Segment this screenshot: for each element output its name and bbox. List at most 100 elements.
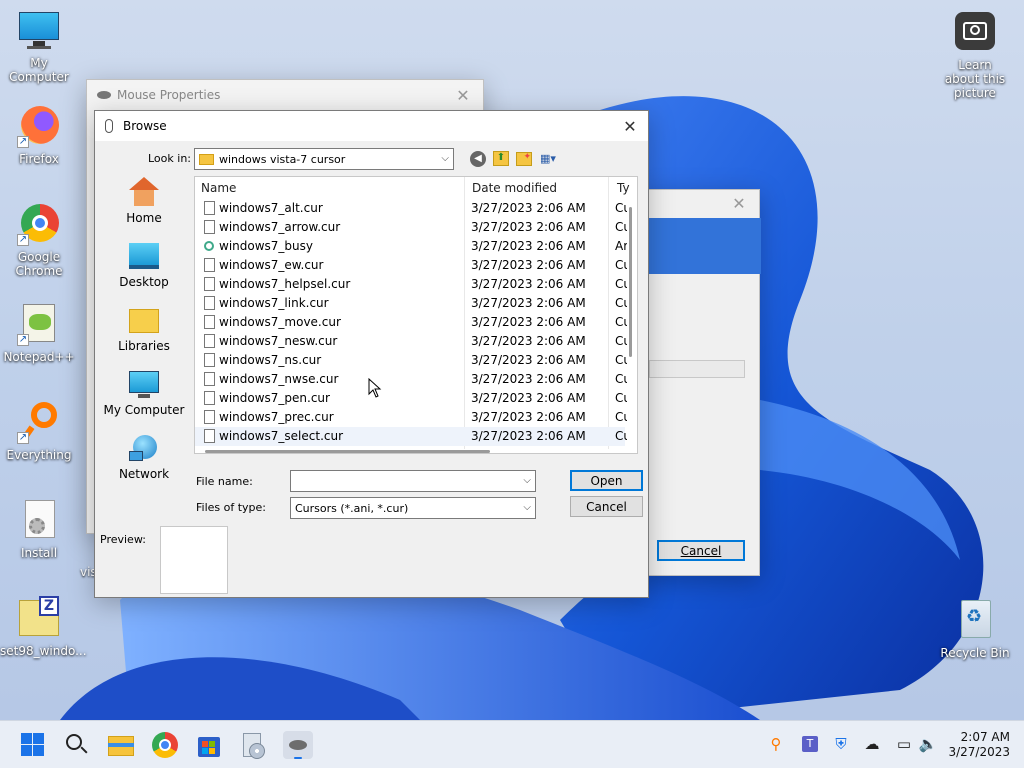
place-my-computer[interactable]: My Computer (103, 369, 185, 429)
cursor-file-icon (204, 391, 215, 405)
file-date: 3/27/2023 2:06 AM (471, 277, 586, 291)
close-icon[interactable]: ✕ (453, 86, 473, 105)
desktop-icon-label: Everything (6, 448, 72, 462)
look-in-label: Look in: (148, 152, 191, 165)
file-row[interactable]: windows7_select.cur3/27/2023 2:06 AMCu (195, 427, 627, 446)
store-icon[interactable] (195, 731, 223, 759)
libraries-icon (127, 305, 161, 337)
column-header-date-modified[interactable]: Date modified (466, 177, 557, 199)
network-icon[interactable]: ▭ (894, 735, 914, 755)
file-date: 3/27/2023 2:06 AM (471, 239, 586, 253)
search-icon[interactable] (63, 731, 91, 759)
desktop-icon-notepadpp[interactable]: ↗ Notepad++ (0, 302, 78, 364)
file-list[interactable]: ⌃ Name Date modified Ty windows7_alt.cur… (194, 176, 638, 454)
text-field[interactable] (649, 360, 745, 378)
taskbar-clock[interactable]: 2:07 AM 3/27/2023 (948, 730, 1010, 760)
search-magnifier-icon: ↗ (17, 400, 61, 444)
open-button[interactable]: Open (570, 470, 643, 491)
chevron-down-icon: ⌵ (441, 153, 449, 164)
windows-start-icon[interactable] (19, 731, 47, 759)
computer-icon (127, 369, 161, 401)
file-name-input[interactable]: ⌵ (290, 470, 536, 492)
firefox-icon: ↗ (17, 104, 61, 148)
volume-icon[interactable]: 🔈 (918, 735, 938, 755)
desktop-icon-label: Recycle Bin (940, 646, 1010, 660)
file-type-dropdown[interactable]: Cursors (*.ani, *.cur) ⌵ (290, 497, 536, 519)
close-icon[interactable]: ✕ (729, 194, 749, 213)
desktop-icon-zip[interactable]: Z set98_windo... (0, 596, 87, 658)
selection-highlight (649, 218, 761, 274)
animated-cursor-file-icon (204, 241, 214, 251)
file-row[interactable]: windows7_move.cur3/27/2023 2:06 AMCu (195, 313, 627, 332)
file-row[interactable]: windows7_ew.cur3/27/2023 2:06 AMCu (195, 256, 627, 275)
back-icon[interactable]: ◀ (470, 151, 486, 167)
place-libraries[interactable]: Libraries (103, 305, 185, 365)
new-folder-icon[interactable]: ✦ (516, 152, 532, 166)
disc-setup-icon[interactable] (239, 731, 267, 759)
cloud-offline-icon[interactable]: ☁ (862, 735, 882, 755)
mouse-icon (105, 119, 113, 133)
desktop-icon-firefox[interactable]: ↗ Firefox (0, 104, 78, 166)
file-date: 3/27/2023 2:06 AM (471, 410, 586, 424)
file-date: 3/27/2023 2:06 AM (471, 258, 586, 272)
cursor-file-icon (204, 353, 215, 367)
mouse-icon[interactable] (283, 731, 313, 759)
desktop-icon-recycle-bin[interactable]: ♻ Recycle Bin (936, 598, 1014, 660)
file-row[interactable]: windows7_pen.cur3/27/2023 2:06 AMCu (195, 389, 627, 408)
view-menu-icon[interactable]: ▦▾ (540, 152, 564, 166)
desktop-icon-everything[interactable]: ↗ Everything (0, 400, 78, 462)
browse-dialog[interactable]: Browse ✕ Look in: windows vista-7 cursor… (94, 110, 649, 598)
file-row[interactable]: windows7_arrow.cur3/27/2023 2:06 AMCu (195, 218, 627, 237)
window-title: Mouse Properties (117, 88, 221, 102)
file-row[interactable]: windows7_ns.cur3/27/2023 2:06 AMCu (195, 351, 627, 370)
file-name: windows7_select.cur (219, 429, 344, 443)
place-network[interactable]: Network (103, 433, 185, 493)
file-date: 3/27/2023 2:06 AM (471, 391, 586, 405)
cancel-button[interactable]: Cancel (657, 540, 745, 561)
vertical-scrollbar[interactable] (626, 201, 636, 449)
file-name: windows7_move.cur (219, 315, 341, 329)
desktop-icon-chrome[interactable]: ↗ Google Chrome (0, 202, 78, 278)
file-row[interactable]: windows7_busy 3/27/2023 2:06 AM Ar (195, 237, 627, 256)
file-row[interactable]: windows7_link.cur3/27/2023 2:06 AMCu (195, 294, 627, 313)
place-home[interactable]: Home (103, 177, 185, 237)
file-name: windows7_link.cur (219, 296, 329, 310)
file-date: 3/27/2023 2:06 AM (471, 353, 586, 367)
scroll-thumb[interactable] (629, 207, 632, 357)
pointer-dialog-window[interactable]: ✕ Cancel (640, 189, 761, 576)
file-row[interactable]: windows7_alt.cur3/27/2023 2:06 AMCu (195, 199, 627, 218)
horizontal-scrollbar[interactable] (205, 450, 490, 453)
up-folder-icon[interactable]: ⬆ (493, 151, 509, 166)
cursor-file-icon (204, 410, 215, 424)
file-date: 3/27/2023 2:06 AM (471, 315, 586, 329)
chrome-icon[interactable] (151, 731, 179, 759)
defender-icon[interactable]: ⛨ (831, 735, 851, 755)
file-row[interactable]: windows7_prec.cur3/27/2023 2:06 AMCu (195, 408, 627, 427)
cursor-file-icon (204, 429, 215, 443)
desktop-icon-label: My Computer (9, 56, 69, 84)
preview-label: Preview: (100, 533, 146, 546)
desktop-icon-learn-about-picture[interactable]: Learn about this picture (936, 10, 1014, 100)
file-date: 3/27/2023 2:06 AM (471, 296, 586, 310)
file-row[interactable]: windows7_nwse.cur3/27/2023 2:06 AMCu (195, 370, 627, 389)
everything-tray-icon[interactable]: ⚲ (766, 735, 786, 755)
file-row[interactable]: windows7_nesw.cur3/27/2023 2:06 AMCu (195, 332, 627, 351)
browse-titlebar[interactable]: Browse (95, 111, 648, 141)
cancel-button[interactable]: Cancel (570, 496, 643, 517)
file-row[interactable]: windows7_helpsel.cur3/27/2023 2:06 AMCu (195, 275, 627, 294)
desktop-icon-my-computer[interactable]: My Computer (0, 8, 78, 84)
desktop-icon-install[interactable]: Install (0, 498, 78, 560)
file-explorer-icon[interactable] (107, 731, 135, 759)
close-icon[interactable]: ✕ (620, 117, 640, 136)
cursor-file-icon (204, 277, 215, 291)
teams-icon[interactable]: T (800, 735, 820, 755)
place-desktop[interactable]: Desktop (103, 241, 185, 301)
file-date: 3/27/2023 2:06 AM (471, 334, 586, 348)
installer-icon (17, 498, 61, 542)
file-type-label: Files of type: (196, 501, 267, 514)
column-header-type[interactable]: Ty (611, 177, 630, 199)
column-header-name[interactable]: Name (195, 177, 236, 199)
look-in-dropdown[interactable]: windows vista-7 cursor ⌵ (194, 148, 454, 170)
file-name: windows7_nesw.cur (219, 334, 338, 348)
mouse-properties-titlebar[interactable]: Mouse Properties (87, 80, 483, 110)
